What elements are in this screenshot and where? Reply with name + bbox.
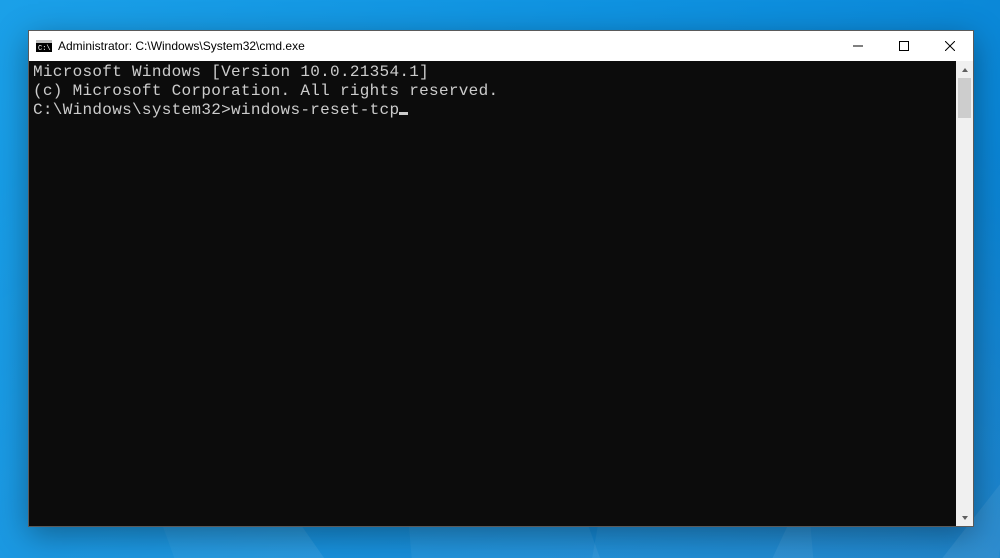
terminal-output[interactable]: Microsoft Windows [Version 10.0.21354.1]…: [29, 61, 956, 526]
svg-text:C:\: C:\: [38, 45, 51, 53]
terminal-line: (c) Microsoft Corporation. All rights re…: [33, 82, 952, 101]
terminal-prompt-line: C:\Windows\system32>windows-reset-tcp: [33, 101, 952, 120]
cmd-window: C:\ Administrator: C:\Windows\System32\c…: [28, 30, 974, 527]
prompt-text: C:\Windows\system32>: [33, 101, 231, 119]
maximize-button[interactable]: [881, 31, 927, 61]
vertical-scrollbar[interactable]: [956, 61, 973, 526]
titlebar[interactable]: C:\ Administrator: C:\Windows\System32\c…: [29, 31, 973, 61]
terminal-line: Microsoft Windows [Version 10.0.21354.1]: [33, 63, 952, 82]
scroll-thumb[interactable]: [958, 78, 971, 118]
client-area: Microsoft Windows [Version 10.0.21354.1]…: [29, 61, 973, 526]
command-text: windows-reset-tcp: [231, 101, 399, 119]
scroll-down-button[interactable]: [956, 509, 973, 526]
minimize-button[interactable]: [835, 31, 881, 61]
cursor-icon: [399, 112, 408, 115]
window-title: Administrator: C:\Windows\System32\cmd.e…: [58, 39, 305, 53]
scroll-up-button[interactable]: [956, 61, 973, 78]
cmd-icon: C:\: [36, 38, 52, 54]
close-button[interactable]: [927, 31, 973, 61]
